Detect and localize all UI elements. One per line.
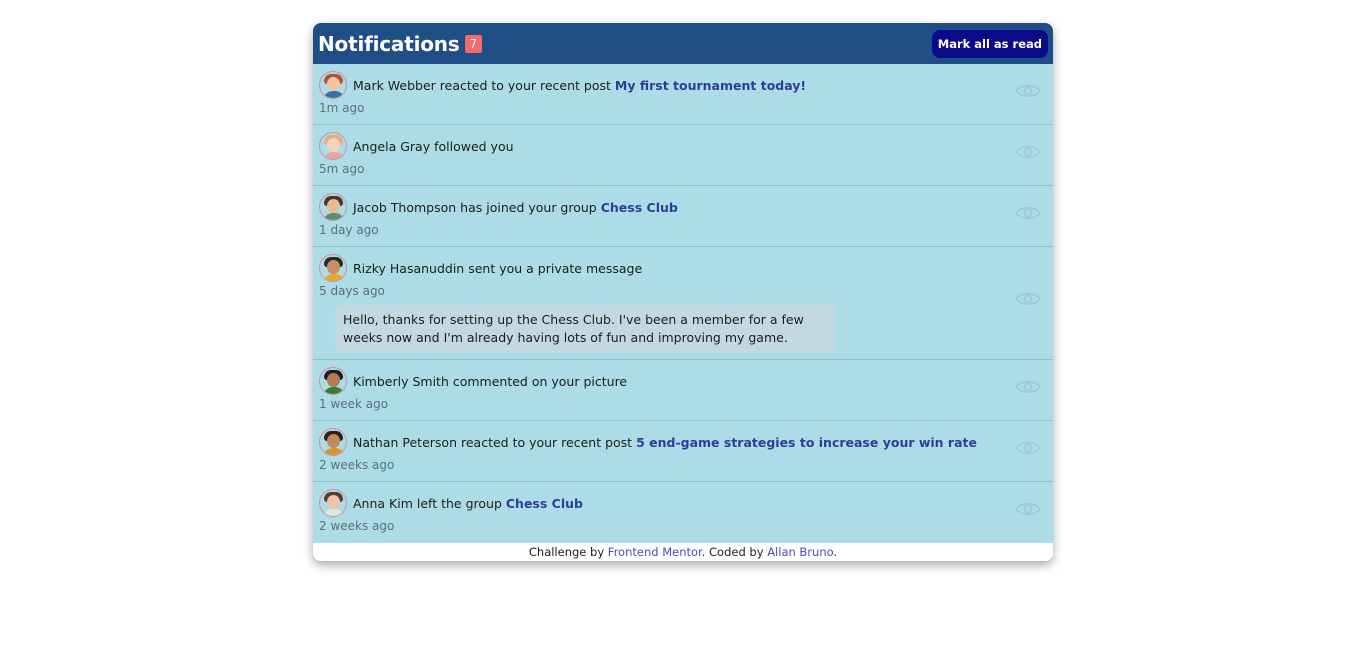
notification-time: 2 weeks ago bbox=[319, 519, 395, 533]
eye-icon[interactable] bbox=[1015, 205, 1041, 221]
unread-count-badge: 7 bbox=[464, 34, 483, 53]
notification-item[interactable]: Angela Gray followed you 5m ago bbox=[313, 125, 1053, 186]
notification-action: commented on your picture bbox=[452, 373, 628, 389]
avatar[interactable] bbox=[319, 193, 347, 221]
notification-text: Jacob Thompson has joined your group Che… bbox=[353, 200, 678, 215]
notification-text: Rizky Hasanuddin sent you a private mess… bbox=[353, 261, 642, 276]
footer-middle: . Coded by bbox=[701, 545, 764, 559]
eye-icon[interactable] bbox=[1015, 440, 1041, 456]
notification-user[interactable]: Jacob Thompson bbox=[353, 200, 456, 215]
avatar[interactable] bbox=[319, 428, 347, 456]
notification-text: Anna Kim left the group Chess Club bbox=[353, 496, 583, 511]
notification-list: Mark Webber reacted to your recent post … bbox=[313, 64, 1053, 543]
private-message[interactable]: Hello, thanks for setting up the Chess C… bbox=[335, 305, 835, 353]
notification-target-link[interactable]: Chess Club bbox=[506, 496, 583, 511]
frontend-mentor-link[interactable]: Frontend Mentor bbox=[608, 545, 702, 559]
notification-row: Nathan Peterson reacted to your recent p… bbox=[319, 427, 1047, 457]
notification-item[interactable]: Kimberly Smith commented on your picture… bbox=[313, 360, 1053, 421]
avatar[interactable] bbox=[319, 71, 347, 99]
eye-icon[interactable] bbox=[1015, 379, 1041, 395]
notification-time: 5m ago bbox=[319, 162, 365, 176]
notification-row: Kimberly Smith commented on your picture bbox=[319, 366, 1047, 396]
mark-all-read-button[interactable]: Mark all as read bbox=[931, 29, 1048, 58]
footer-suffix: . bbox=[833, 545, 838, 559]
notification-text: Angela Gray followed you bbox=[353, 139, 514, 154]
notification-target-link[interactable]: Chess Club bbox=[601, 200, 678, 215]
notification-user[interactable]: Nathan Peterson bbox=[353, 435, 457, 450]
notification-action: reacted to your recent post bbox=[439, 77, 611, 93]
notification-action: followed you bbox=[434, 138, 514, 154]
notifications-panel: Notifications 7 Mark all as read Mark We… bbox=[313, 23, 1053, 561]
notification-row: Jacob Thompson has joined your group Che… bbox=[319, 192, 1047, 222]
eye-icon[interactable] bbox=[1015, 291, 1041, 307]
notification-time: 2 weeks ago bbox=[319, 458, 395, 472]
attribution-footer: Challenge by Frontend Mentor. Coded by A… bbox=[313, 543, 1053, 561]
author-link[interactable]: Allan Bruno bbox=[767, 545, 833, 559]
avatar[interactable] bbox=[319, 489, 347, 517]
notification-item[interactable]: Nathan Peterson reacted to your recent p… bbox=[313, 421, 1053, 482]
eye-icon[interactable] bbox=[1015, 83, 1041, 99]
notification-row: Anna Kim left the group Chess Club bbox=[319, 488, 1047, 518]
notification-target-link[interactable]: My first tournament today! bbox=[615, 78, 806, 93]
notification-user[interactable]: Anna Kim bbox=[353, 496, 413, 511]
notification-action: reacted to your recent post bbox=[460, 434, 633, 450]
notification-text: Nathan Peterson reacted to your recent p… bbox=[353, 435, 977, 450]
notification-user[interactable]: Kimberly Smith bbox=[353, 374, 449, 389]
avatar[interactable] bbox=[319, 254, 347, 282]
notification-time: 1 day ago bbox=[319, 223, 379, 237]
notification-user[interactable]: Angela Gray bbox=[353, 139, 430, 154]
notification-text: Kimberly Smith commented on your picture bbox=[353, 374, 627, 389]
notification-time: 5 days ago bbox=[319, 284, 385, 298]
panel-header: Notifications 7 Mark all as read bbox=[313, 23, 1053, 64]
notification-action: has joined your group bbox=[460, 199, 597, 215]
header-left: Notifications 7 bbox=[318, 31, 483, 56]
notification-action: left the group bbox=[416, 495, 502, 511]
avatar[interactable] bbox=[319, 132, 347, 160]
notification-target-link[interactable]: 5 end-game strategies to increase your w… bbox=[636, 435, 977, 450]
notification-row: Angela Gray followed you bbox=[319, 131, 1047, 161]
notification-item[interactable]: Rizky Hasanuddin sent you a private mess… bbox=[313, 247, 1053, 360]
notification-row: Rizky Hasanuddin sent you a private mess… bbox=[319, 253, 1047, 283]
page-title: Notifications bbox=[318, 31, 460, 56]
notification-time: 1 week ago bbox=[319, 397, 389, 411]
notification-item[interactable]: Mark Webber reacted to your recent post … bbox=[313, 64, 1053, 125]
avatar[interactable] bbox=[319, 367, 347, 395]
notification-item[interactable]: Jacob Thompson has joined your group Che… bbox=[313, 186, 1053, 247]
eye-icon[interactable] bbox=[1015, 144, 1041, 160]
notification-action: sent you a private message bbox=[468, 260, 643, 276]
eye-icon[interactable] bbox=[1015, 501, 1041, 517]
notification-text: Mark Webber reacted to your recent post … bbox=[353, 78, 806, 93]
notification-row: Mark Webber reacted to your recent post … bbox=[319, 70, 1047, 100]
notification-user[interactable]: Rizky Hasanuddin bbox=[353, 261, 464, 276]
footer-prefix: Challenge by bbox=[528, 545, 605, 559]
notification-user[interactable]: Mark Webber bbox=[353, 78, 436, 93]
notification-item[interactable]: Anna Kim left the group Chess Club 2 wee… bbox=[313, 482, 1053, 543]
notification-time: 1m ago bbox=[319, 101, 365, 115]
